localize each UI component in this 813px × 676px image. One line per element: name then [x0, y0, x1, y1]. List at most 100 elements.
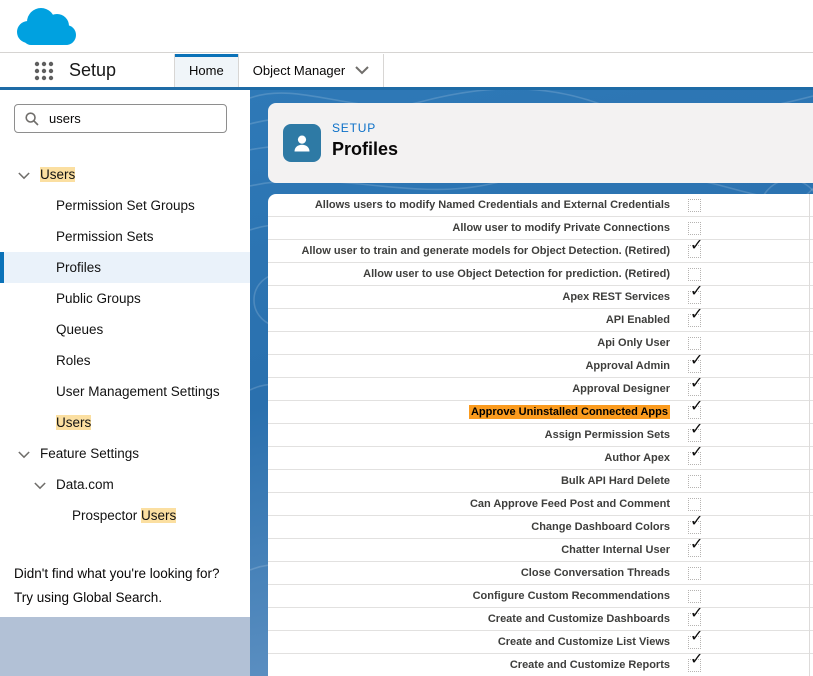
sidebar-item-public-groups[interactable]: Public Groups	[0, 283, 250, 314]
permission-checkbox[interactable]	[688, 268, 701, 281]
sidebar-item-label: Users	[56, 415, 91, 430]
table-row: Can Approve Feed Post and Comment	[268, 493, 813, 516]
permission-label: Create and Customize Reports	[268, 659, 670, 671]
table-row: Assign Permission Sets ✓	[268, 424, 813, 447]
chevron-down-icon	[355, 66, 369, 75]
checkmark-icon: ✓	[690, 444, 703, 460]
checkmark-icon: ✓	[690, 513, 703, 529]
tab-object-manager-label: Object Manager	[253, 63, 346, 78]
permission-checkbox[interactable]: ✓	[688, 314, 701, 327]
table-row: Allows users to modify Named Credentials…	[268, 194, 813, 217]
permission-checkbox-cell: ✓	[670, 447, 810, 470]
permission-label: Configure Custom Recommendations	[268, 590, 670, 602]
table-row: Close Conversation Threads	[268, 562, 813, 585]
table-row: Configure Custom Recommendations	[268, 585, 813, 608]
sidebar-item-label: Prospector Users	[72, 508, 176, 523]
permission-checkbox[interactable]	[688, 199, 701, 212]
search-icon	[25, 112, 39, 126]
permission-checkbox[interactable]: ✓	[688, 521, 701, 534]
sidebar-panel: Users Permission Set Groups Permission Set…	[0, 90, 250, 617]
permission-checkbox[interactable]: ✓	[688, 383, 701, 396]
table-row: Change Dashboard Colors✓	[268, 516, 813, 539]
permission-checkbox-cell	[670, 562, 810, 585]
tab-home-label: Home	[189, 63, 224, 78]
sidebar-item-permission-set-groups[interactable]: Permission Set Groups	[0, 190, 250, 221]
tab-home[interactable]: Home	[174, 54, 239, 87]
permission-checkbox[interactable]	[688, 222, 701, 235]
permission-checkbox-cell: ✓	[670, 240, 810, 263]
page-header-card: SETUP Profiles	[268, 103, 813, 183]
sidebar-item-permission-sets[interactable]: Permission Sets	[0, 221, 250, 252]
permission-checkbox[interactable]: ✓	[688, 245, 701, 258]
permission-label: Create and Customize List Views	[268, 636, 670, 648]
table-row: API Enabled ✓	[268, 309, 813, 332]
permission-label: Approval Designer	[268, 383, 670, 395]
sidebar-item-label: User Management Settings	[56, 384, 220, 399]
permission-checkbox[interactable]: ✓	[688, 360, 701, 373]
quick-find-input[interactable]	[49, 106, 219, 131]
permission-checkbox[interactable]: ✓	[688, 613, 701, 626]
setup-navbar: Setup Home Object Manager	[0, 54, 813, 90]
permission-checkbox[interactable]: ✓	[688, 544, 701, 557]
sidebar-help-text: Didn't find what you're looking for? Try…	[14, 562, 236, 610]
table-row: Create and Customize Dashboards ✓	[268, 608, 813, 631]
permission-checkbox[interactable]: ✓	[688, 636, 701, 649]
salesforce-logo-icon[interactable]	[13, 5, 77, 49]
sidebar-item-user-management-settings[interactable]: User Management Settings	[0, 376, 250, 407]
table-row: Allow user to train and generate models …	[268, 240, 813, 263]
permission-checkbox-cell	[670, 194, 810, 217]
permission-checkbox[interactable]: ✓	[688, 291, 701, 304]
top-header-bar	[0, 0, 813, 53]
permission-label: Apex REST Services	[268, 291, 670, 303]
permission-checkbox[interactable]: ✓	[688, 659, 701, 672]
sidebar-item-label: Permission Sets	[56, 229, 154, 244]
sidebar-item-prospector-users[interactable]: Prospector Users	[0, 500, 250, 531]
sidebar-item-data-com[interactable]: Data.com	[0, 469, 250, 500]
permission-label: Create and Customize Dashboards	[268, 613, 670, 625]
chevron-down-icon[interactable]	[18, 160, 40, 191]
permission-checkbox[interactable]	[688, 337, 701, 350]
permission-checkbox[interactable]	[688, 475, 701, 488]
sidebar-item-users[interactable]: Users	[0, 159, 250, 190]
chevron-down-icon[interactable]	[34, 470, 56, 501]
setup-app-title: Setup	[69, 54, 116, 87]
table-row: Allow user to modify Private Connections	[268, 217, 813, 240]
sidebar-item-feature-settings[interactable]: Feature Settings	[0, 438, 250, 469]
permission-checkbox[interactable]	[688, 567, 701, 580]
main-content: SETUP Profiles Allows users to modify Na…	[250, 90, 813, 676]
checkmark-icon: ✓	[690, 375, 703, 391]
permission-label: Approval Admin	[268, 360, 670, 372]
app-launcher-icon[interactable]	[33, 60, 55, 82]
permission-checkbox-cell: ✓	[670, 309, 810, 332]
permission-checkbox[interactable]	[688, 498, 701, 511]
permission-label: Can Approve Feed Post and Comment	[268, 498, 670, 510]
permission-checkbox[interactable]	[688, 590, 701, 603]
permission-label: Assign Permission Sets	[268, 429, 670, 441]
permission-label: Author Apex	[268, 452, 670, 464]
sidebar-item-roles[interactable]: Roles	[0, 345, 250, 376]
sidebar-tree: Users Permission Set Groups Permission Set…	[0, 159, 250, 531]
permission-label: Allows users to modify Named Credentials…	[268, 199, 670, 211]
chevron-down-icon[interactable]	[18, 439, 40, 470]
search-match-highlight: Users	[141, 508, 176, 523]
permission-checkbox-cell: ✓	[670, 539, 810, 562]
permission-label: Api Only User	[268, 337, 670, 349]
checkmark-icon: ✓	[690, 306, 703, 322]
sidebar-item-users[interactable]: Users	[0, 407, 250, 438]
tab-object-manager[interactable]: Object Manager	[239, 54, 384, 87]
sidebar-item-queues[interactable]: Queues	[0, 314, 250, 345]
sidebar-item-label: Users	[40, 167, 75, 182]
permission-checkbox[interactable]: ✓	[688, 406, 701, 419]
checkmark-icon: ✓	[690, 421, 703, 437]
profile-person-icon	[283, 124, 321, 162]
permission-checkbox[interactable]: ✓	[688, 429, 701, 442]
table-row: Author Apex ✓	[268, 447, 813, 470]
sidebar-item-label: Public Groups	[56, 291, 141, 306]
sidebar-item-profiles[interactable]: Profiles	[0, 252, 250, 283]
permission-label: Approve Uninstalled Connected Apps	[268, 406, 670, 418]
sidebar-item-label: Roles	[56, 353, 91, 368]
permission-checkbox[interactable]: ✓	[688, 452, 701, 465]
permission-label: API Enabled	[268, 314, 670, 326]
table-row: Bulk API Hard Delete	[268, 470, 813, 493]
table-row: Allow user to use Object Detection for p…	[268, 263, 813, 286]
